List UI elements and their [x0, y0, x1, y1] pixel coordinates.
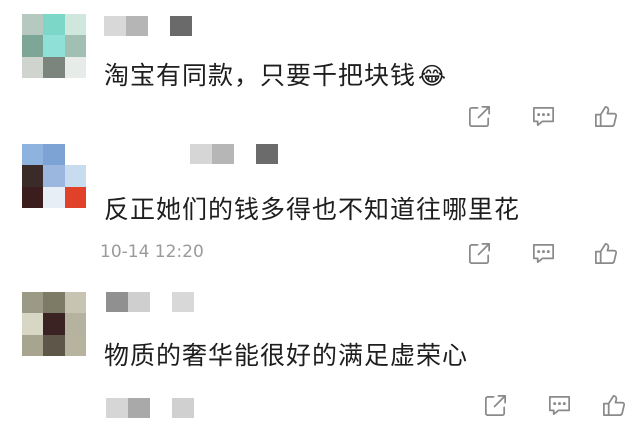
pixel	[128, 398, 150, 418]
avatar[interactable]	[22, 144, 86, 208]
comment-actions	[460, 236, 630, 270]
pixel	[212, 144, 234, 164]
avatar-pixel	[22, 334, 44, 356]
avatar-pixel	[64, 292, 86, 314]
avatar-pixel	[64, 313, 86, 335]
avatar-pixel	[43, 144, 65, 166]
avatar-pixel	[64, 334, 86, 356]
avatar-pixel	[64, 35, 86, 57]
comment-actions	[460, 99, 630, 133]
avatar-pixel	[22, 165, 44, 187]
avatar-pixel	[22, 186, 44, 208]
avatar-pixel	[43, 334, 65, 356]
pixel	[150, 398, 172, 418]
like-icon	[602, 394, 625, 416]
avatar-pixel	[22, 35, 44, 57]
pixel	[126, 16, 148, 36]
avatar-pixel	[43, 165, 65, 187]
share-button[interactable]	[478, 388, 512, 422]
username-mosaic[interactable]	[190, 144, 278, 164]
avatar-pixel	[64, 144, 86, 166]
avatar[interactable]	[22, 14, 86, 78]
like-icon	[594, 242, 617, 264]
avatar-pixel	[64, 56, 86, 78]
pixel	[234, 144, 256, 164]
pixel	[148, 16, 170, 36]
avatar-pixel	[43, 292, 65, 314]
avatar-pixel	[22, 14, 44, 36]
share-icon	[484, 394, 506, 416]
timestamp: 10-14 12:20	[100, 242, 204, 262]
comment-text: 反正她们的钱多得也不知道往哪里花	[104, 195, 521, 224]
pixel	[150, 292, 172, 312]
comment-actions	[460, 388, 630, 422]
like-button[interactable]	[588, 236, 622, 270]
reply-icon	[548, 395, 570, 415]
like-button[interactable]	[588, 99, 622, 133]
pixel	[128, 292, 150, 312]
pixel	[106, 398, 128, 418]
share-icon	[468, 105, 490, 127]
like-button[interactable]	[596, 388, 630, 422]
share-button[interactable]	[462, 99, 496, 133]
username-mosaic[interactable]	[106, 292, 194, 312]
avatar[interactable]	[22, 292, 86, 356]
avatar-pixel	[64, 14, 86, 36]
avatar-pixel	[64, 186, 86, 208]
share-icon	[468, 242, 490, 264]
avatar-pixel	[43, 14, 65, 36]
laughing-emoji: 😂	[418, 62, 448, 90]
pixel	[172, 292, 194, 312]
pixel	[104, 16, 126, 36]
reply-button[interactable]	[526, 99, 560, 133]
username-mosaic[interactable]	[106, 398, 194, 418]
avatar-pixel	[43, 313, 65, 335]
pixel	[106, 292, 128, 312]
comment-text: 淘宝有同款，只要千把块钱😂	[104, 61, 448, 90]
pixel	[170, 16, 192, 36]
avatar-pixel	[64, 165, 86, 187]
reply-button[interactable]	[542, 388, 576, 422]
avatar-pixel	[22, 144, 44, 166]
reply-icon	[532, 243, 554, 263]
avatar-pixel	[22, 313, 44, 335]
comment-text: 物质的奢华能很好的满足虚荣心	[104, 341, 469, 370]
pixel	[190, 144, 212, 164]
avatar-pixel	[43, 186, 65, 208]
avatar-pixel	[43, 35, 65, 57]
pixel	[172, 398, 194, 418]
avatar-pixel	[22, 56, 44, 78]
avatar-pixel	[22, 292, 44, 314]
username-mosaic[interactable]	[104, 16, 192, 36]
reply-icon	[532, 106, 554, 126]
pixel	[256, 144, 278, 164]
share-button[interactable]	[462, 236, 496, 270]
reply-button[interactable]	[526, 236, 560, 270]
avatar-pixel	[43, 56, 65, 78]
like-icon	[594, 105, 617, 127]
